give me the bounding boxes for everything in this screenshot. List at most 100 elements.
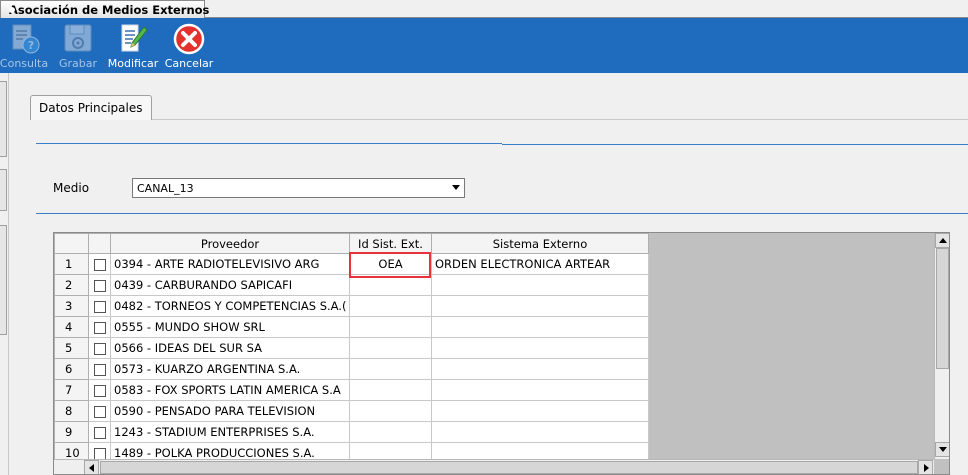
row-checkbox-cell[interactable] bbox=[88, 253, 111, 275]
row-number: 1 bbox=[54, 253, 89, 275]
scroll-right-button[interactable] bbox=[918, 460, 933, 474]
tab-datos-principales[interactable]: Datos Principales bbox=[30, 95, 152, 120]
grabar-button[interactable]: Grabar bbox=[56, 18, 100, 73]
table-row[interactable]: 8 0590 - PENSADO PARA TELEVISION bbox=[54, 400, 649, 422]
grid-corner-header bbox=[54, 233, 89, 254]
row-checkbox[interactable] bbox=[93, 342, 106, 355]
row-checkbox-cell[interactable] bbox=[88, 358, 111, 380]
row-checkbox-cell[interactable] bbox=[88, 295, 111, 317]
proveedor-cell[interactable]: 0394 - ARTE RADIOTELEVISIVO ARG bbox=[110, 253, 350, 275]
sistema-externo-cell[interactable] bbox=[431, 358, 649, 380]
section-divider bbox=[502, 144, 968, 145]
sistema-externo-cell[interactable] bbox=[431, 421, 649, 443]
id-sist-ext-cell[interactable] bbox=[349, 295, 432, 317]
modificar-label: Modificar bbox=[107, 57, 159, 70]
scroll-up-button[interactable] bbox=[935, 233, 949, 248]
row-number: 6 bbox=[54, 358, 89, 380]
row-checkbox[interactable] bbox=[93, 447, 106, 460]
side-handle[interactable] bbox=[0, 225, 7, 335]
table-row[interactable]: 9 1243 - STADIUM ENTERPRISES S.A. bbox=[54, 421, 649, 443]
row-checkbox-cell[interactable] bbox=[88, 400, 111, 422]
row-number: 2 bbox=[54, 274, 89, 296]
table-row[interactable]: 7 0583 - FOX SPORTS LATIN AMERICA S.A bbox=[54, 379, 649, 401]
horizontal-scroll-thumb[interactable] bbox=[100, 461, 918, 474]
id-sist-ext-cell[interactable] bbox=[349, 337, 432, 359]
vertical-scrollbar[interactable] bbox=[934, 233, 949, 459]
id-sist-ext-header[interactable]: Id Sist. Ext. bbox=[349, 233, 432, 254]
row-checkbox-cell[interactable] bbox=[88, 421, 111, 443]
table-row[interactable]: 5 0566 - IDEAS DEL SUR SA bbox=[54, 337, 649, 359]
table-row[interactable]: 4 0555 - MUNDO SHOW SRL bbox=[54, 316, 649, 338]
id-sist-ext-cell[interactable] bbox=[349, 274, 432, 296]
toolbar: ? Consulta Grabar Modificar Cancelar bbox=[0, 18, 968, 73]
arrow-down-icon bbox=[939, 447, 947, 452]
tab-datos-principales-label: Datos Principales bbox=[39, 101, 143, 115]
row-checkbox[interactable] bbox=[93, 405, 106, 418]
document-tab[interactable]: Asociación de Medios Externos bbox=[0, 0, 209, 18]
cancel-icon bbox=[172, 21, 206, 57]
sistema-externo-cell[interactable] bbox=[431, 316, 649, 338]
side-handle[interactable] bbox=[0, 81, 7, 157]
row-checkbox-cell[interactable] bbox=[88, 337, 111, 359]
side-handle[interactable] bbox=[0, 169, 7, 211]
row-checkbox[interactable] bbox=[93, 279, 106, 292]
edit-document-icon bbox=[116, 21, 150, 57]
cancelar-button[interactable]: Cancelar bbox=[165, 18, 213, 73]
row-checkbox[interactable] bbox=[93, 426, 106, 439]
sistema-externo-header[interactable]: Sistema Externo bbox=[431, 233, 649, 254]
row-checkbox[interactable] bbox=[93, 363, 106, 376]
proveedores-grid: Proveedor Id Sist. Ext. Sistema Externo … bbox=[53, 232, 950, 475]
proveedor-cell[interactable]: 0482 - TORNEOS Y COMPETENCIAS S.A.( bbox=[110, 295, 350, 317]
chevron-down-icon[interactable] bbox=[452, 185, 460, 190]
grid-header-row: Proveedor Id Sist. Ext. Sistema Externo bbox=[54, 233, 649, 254]
row-checkbox[interactable] bbox=[93, 384, 106, 397]
proveedor-cell[interactable]: 0583 - FOX SPORTS LATIN AMERICA S.A bbox=[110, 379, 350, 401]
id-sist-ext-cell[interactable] bbox=[349, 379, 432, 401]
id-sist-ext-cell[interactable] bbox=[349, 421, 432, 443]
sistema-externo-cell[interactable] bbox=[431, 379, 649, 401]
proveedor-cell[interactable]: 1243 - STADIUM ENTERPRISES S.A. bbox=[110, 421, 350, 443]
proveedor-cell[interactable]: 0439 - CARBURANDO SAPICAFI bbox=[110, 274, 350, 296]
medio-select-value: CANAL_13 bbox=[137, 181, 194, 195]
proveedor-cell[interactable]: 0566 - IDEAS DEL SUR SA bbox=[110, 337, 350, 359]
table-row[interactable]: 6 0573 - KUARZO ARGENTINA S.A. bbox=[54, 358, 649, 380]
table-row[interactable]: 2 0439 - CARBURANDO SAPICAFI bbox=[54, 274, 649, 296]
proveedor-cell[interactable]: 0573 - KUARZO ARGENTINA S.A. bbox=[110, 358, 350, 380]
scroll-left-button[interactable] bbox=[84, 460, 99, 474]
sistema-externo-cell[interactable] bbox=[431, 295, 649, 317]
proveedor-cell[interactable]: 0590 - PENSADO PARA TELEVISION bbox=[110, 400, 350, 422]
modificar-button[interactable]: Modificar bbox=[107, 18, 159, 73]
row-checkbox[interactable] bbox=[93, 300, 106, 313]
sistema-externo-cell[interactable] bbox=[431, 337, 649, 359]
scroll-down-button[interactable] bbox=[935, 442, 949, 457]
row-checkbox[interactable] bbox=[93, 321, 106, 334]
grabar-label: Grabar bbox=[58, 57, 98, 70]
document-tabstrip: Asociación de Medios Externos bbox=[0, 0, 968, 18]
arrow-right-icon bbox=[924, 464, 929, 472]
left-side-strip bbox=[0, 73, 9, 475]
sistema-externo-cell[interactable] bbox=[431, 274, 649, 296]
id-sist-ext-cell[interactable] bbox=[349, 316, 432, 338]
row-number: 5 bbox=[54, 337, 89, 359]
id-sist-ext-cell[interactable] bbox=[349, 358, 432, 380]
consulta-button[interactable]: ? Consulta bbox=[0, 18, 48, 73]
row-checkbox-cell[interactable] bbox=[88, 379, 111, 401]
row-checkbox-cell[interactable] bbox=[88, 316, 111, 338]
id-sist-ext-cell[interactable]: OEA bbox=[349, 253, 432, 275]
vertical-scroll-thumb[interactable] bbox=[936, 248, 949, 369]
document-tab-title: Asociación de Medios Externos bbox=[9, 2, 210, 17]
arrow-left-icon bbox=[89, 464, 94, 472]
id-sist-ext-cell[interactable] bbox=[349, 400, 432, 422]
table-row[interactable]: 3 0482 - TORNEOS Y COMPETENCIAS S.A.( bbox=[54, 295, 649, 317]
sistema-externo-cell[interactable]: ORDEN ELECTRONICA ARTEAR bbox=[431, 253, 649, 275]
proveedor-header[interactable]: Proveedor bbox=[110, 233, 350, 254]
table-row[interactable]: 1 0394 - ARTE RADIOTELEVISIVO ARG OEA OR… bbox=[54, 253, 649, 275]
row-checkbox[interactable] bbox=[93, 258, 106, 271]
medio-select[interactable]: CANAL_13 bbox=[132, 178, 465, 198]
row-number: 9 bbox=[54, 421, 89, 443]
horizontal-scrollbar[interactable] bbox=[54, 459, 934, 474]
proveedor-cell[interactable]: 0555 - MUNDO SHOW SRL bbox=[110, 316, 350, 338]
row-checkbox-cell[interactable] bbox=[88, 274, 111, 296]
grid-check-header bbox=[88, 233, 111, 254]
sistema-externo-cell[interactable] bbox=[431, 400, 649, 422]
